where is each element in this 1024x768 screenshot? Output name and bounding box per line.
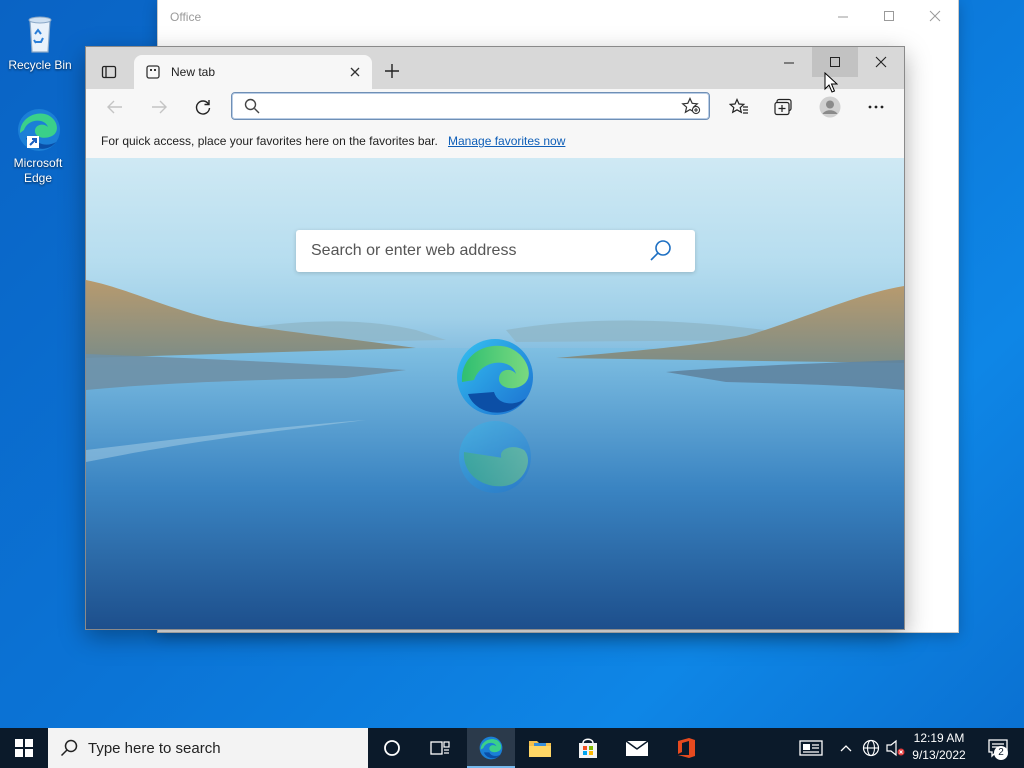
avatar-icon bbox=[819, 96, 841, 118]
file-explorer-icon bbox=[529, 741, 551, 757]
minimize-icon bbox=[784, 62, 794, 64]
tab-title: New tab bbox=[171, 65, 216, 79]
taskbar-file-explorer[interactable] bbox=[516, 728, 564, 768]
maximize-icon bbox=[884, 11, 894, 21]
new-tab-icon bbox=[146, 65, 160, 84]
ellipsis-icon bbox=[868, 105, 884, 109]
minimize-button[interactable] bbox=[820, 0, 866, 32]
collections-button[interactable] bbox=[769, 93, 799, 121]
network-button[interactable] bbox=[860, 728, 882, 768]
task-view-button[interactable] bbox=[418, 728, 462, 768]
recycle-bin-icon bbox=[16, 8, 64, 56]
cortana-icon bbox=[384, 740, 400, 756]
close-button[interactable] bbox=[912, 0, 958, 32]
plus-icon bbox=[385, 64, 399, 78]
taskbar-edge[interactable] bbox=[467, 728, 515, 768]
minimize-icon bbox=[838, 16, 848, 18]
tab-close-button[interactable] bbox=[346, 63, 364, 81]
maximize-button[interactable] bbox=[866, 0, 912, 32]
desktop-icon-label: Microsoft Edge bbox=[13, 156, 63, 185]
desktop-icon-label: Recycle Bin bbox=[8, 58, 72, 72]
show-hidden-icons-button[interactable] bbox=[836, 728, 856, 768]
search-icon bbox=[60, 739, 78, 762]
windows-logo-icon bbox=[15, 739, 33, 757]
desktop-icon-recycle-bin[interactable]: Recycle Bin bbox=[2, 8, 78, 73]
forward-button[interactable] bbox=[144, 93, 174, 121]
close-icon bbox=[875, 56, 887, 68]
edge-logo bbox=[454, 336, 536, 501]
new-tab-search-box[interactable]: Search or enter web address bbox=[296, 230, 695, 272]
start-button[interactable] bbox=[0, 728, 48, 768]
taskbar-store[interactable] bbox=[564, 728, 612, 768]
maximize-icon bbox=[830, 57, 840, 67]
task-view-icon bbox=[430, 741, 450, 755]
favorites-icon bbox=[729, 98, 748, 114]
taskbar: Type here to search 12:19 AM 9/13/2022 2 bbox=[0, 728, 1024, 768]
new-tab-search-placeholder: Search or enter web address bbox=[311, 242, 517, 259]
back-arrow-icon bbox=[107, 100, 122, 114]
chevron-up-icon bbox=[840, 745, 852, 752]
notifications-button[interactable]: 2 bbox=[978, 728, 1018, 768]
taskbar-mail[interactable] bbox=[613, 728, 661, 768]
forward-arrow-icon bbox=[152, 100, 167, 114]
desktop-icon-edge[interactable]: Microsoft Edge bbox=[0, 106, 76, 186]
manage-favorites-link[interactable]: Manage favorites now bbox=[448, 134, 565, 148]
tab-strip: New tab bbox=[86, 47, 904, 89]
clock-time: 12:19 AM bbox=[913, 731, 965, 745]
cortana-button[interactable] bbox=[370, 728, 414, 768]
search-icon bbox=[244, 98, 260, 119]
collections-icon bbox=[774, 98, 792, 116]
tab-actions-button[interactable] bbox=[98, 61, 120, 83]
clock-date: 9/13/2022 bbox=[912, 748, 966, 762]
favorites-button[interactable] bbox=[724, 93, 754, 121]
favorites-bar-message: For quick access, place your favorites h… bbox=[101, 134, 438, 148]
window-title: Office bbox=[170, 10, 202, 24]
more-button[interactable] bbox=[861, 93, 891, 121]
store-icon bbox=[579, 738, 597, 758]
close-icon bbox=[350, 67, 360, 77]
news-widget-button[interactable] bbox=[794, 728, 828, 768]
address-bar[interactable] bbox=[231, 92, 710, 120]
office-icon bbox=[678, 738, 695, 758]
new-tab-button[interactable] bbox=[380, 59, 404, 83]
browser-toolbar bbox=[86, 89, 904, 125]
tab-actions-icon bbox=[101, 65, 117, 79]
mouse-cursor-icon bbox=[824, 71, 839, 99]
close-icon bbox=[929, 10, 941, 22]
edge-icon bbox=[14, 106, 62, 154]
taskbar-search[interactable]: Type here to search bbox=[48, 728, 368, 768]
close-button[interactable] bbox=[858, 47, 904, 77]
taskbar-office[interactable] bbox=[662, 728, 710, 768]
volume-muted-icon bbox=[886, 739, 905, 757]
back-button[interactable] bbox=[100, 93, 130, 121]
mail-icon bbox=[625, 740, 649, 756]
refresh-button[interactable] bbox=[188, 93, 218, 121]
taskbar-search-placeholder: Type here to search bbox=[88, 740, 221, 757]
edge-icon bbox=[479, 736, 503, 760]
search-icon[interactable] bbox=[649, 239, 673, 268]
notification-count-badge: 2 bbox=[994, 746, 1008, 760]
volume-button[interactable] bbox=[884, 728, 906, 768]
tab-new-tab[interactable]: New tab bbox=[134, 55, 372, 89]
add-favorite-icon[interactable] bbox=[681, 97, 701, 120]
new-tab-background: Search or enter web address bbox=[86, 158, 904, 629]
news-icon bbox=[799, 740, 823, 756]
edge-window[interactable]: New tab For quick access, place your fav… bbox=[86, 47, 904, 629]
system-clock[interactable]: 12:19 AM 9/13/2022 bbox=[906, 730, 972, 764]
network-globe-icon bbox=[862, 739, 880, 757]
favorites-bar: For quick access, place your favorites h… bbox=[86, 125, 904, 158]
refresh-icon bbox=[195, 100, 211, 115]
minimize-button[interactable] bbox=[766, 47, 812, 77]
